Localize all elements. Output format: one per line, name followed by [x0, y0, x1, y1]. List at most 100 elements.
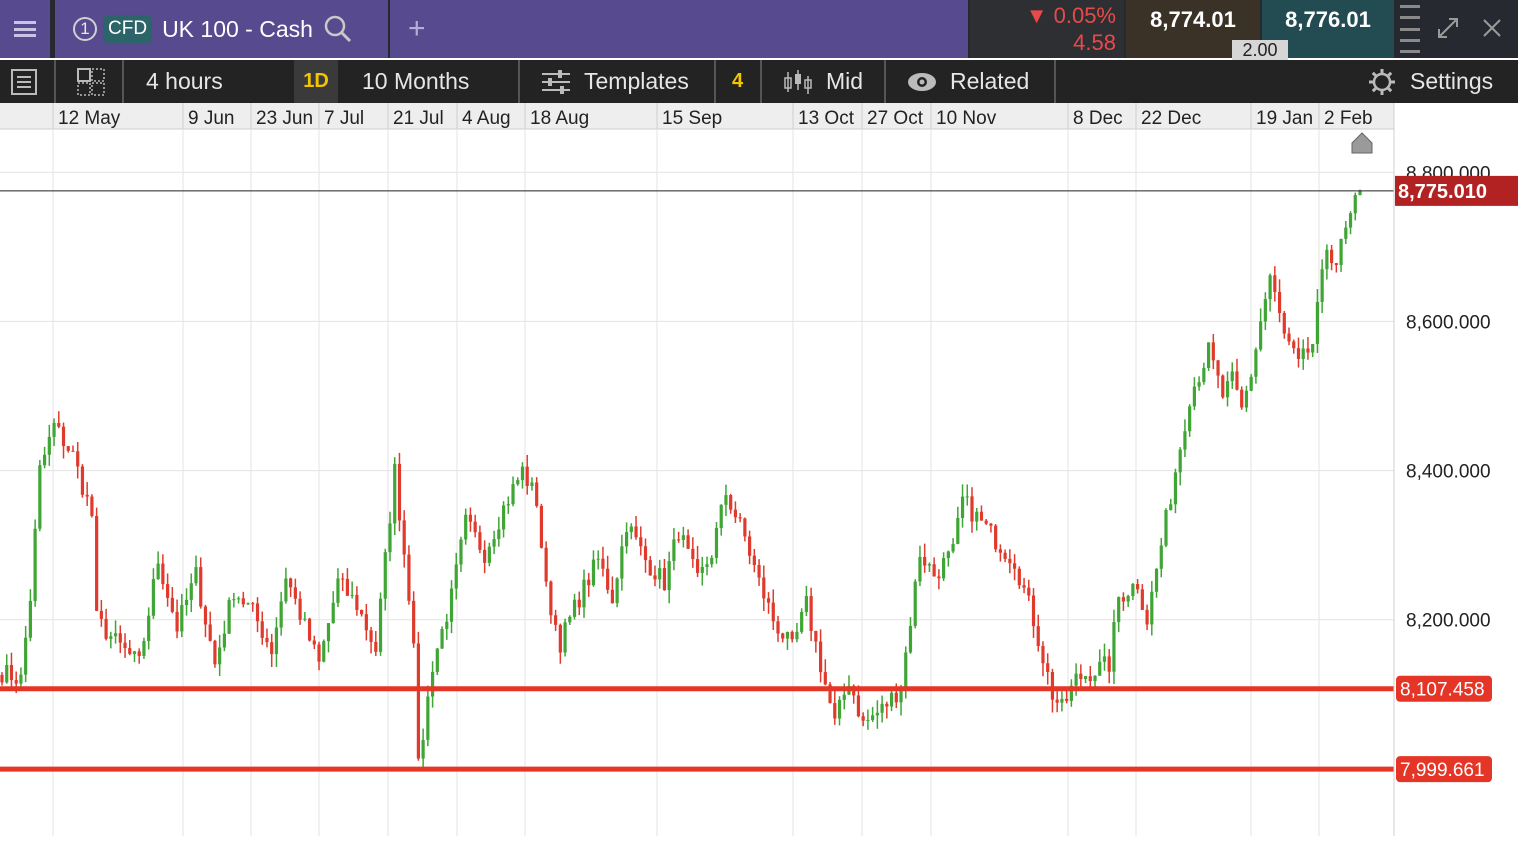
candle-body	[582, 579, 586, 608]
candle-body	[1012, 563, 1017, 569]
price-chart-svg[interactable]: 12 May 9 Jun 23 Jun 7 Jul 21 Jul 4 Aug 18 Aug 1…	[0, 103, 1518, 836]
candle-body	[66, 446, 70, 451]
toolbar-divider	[122, 60, 124, 103]
candle-body	[1211, 342, 1215, 361]
candle-body	[620, 546, 624, 579]
candle-body	[776, 621, 780, 634]
candle-body	[998, 549, 1002, 553]
layout-button[interactable]	[76, 60, 106, 103]
candle-body	[132, 651, 137, 654]
candle-body	[648, 560, 652, 576]
candle-body	[639, 537, 643, 547]
price-type-selector[interactable]: Mid	[782, 60, 863, 103]
interval-selector[interactable]: 4 hours	[146, 60, 223, 103]
drag-handle-icon[interactable]	[1400, 5, 1420, 53]
candle-body	[1273, 275, 1277, 292]
settings-button[interactable]: Settings	[1368, 60, 1493, 103]
candle-body	[345, 578, 350, 596]
candle-body	[1079, 673, 1083, 680]
price-chart[interactable]: 12 May 9 Jun 23 Jun 7 Jul 21 Jul 4 Aug 18 Aug 1…	[0, 103, 1518, 836]
add-tab-icon[interactable]: +	[408, 12, 426, 46]
date-tick-label: 7 Jul	[324, 108, 364, 129]
candle-body	[591, 559, 596, 586]
candle-body	[653, 575, 657, 580]
candle-body	[1249, 376, 1253, 391]
candle-body	[714, 527, 719, 558]
close-icon[interactable]	[1480, 16, 1504, 40]
candle-body	[1296, 348, 1301, 359]
candle-body	[572, 599, 577, 617]
search-icon[interactable]	[323, 14, 353, 44]
candle-body	[700, 566, 704, 573]
period-badge[interactable]: 1D	[294, 60, 338, 103]
candle-body	[1330, 249, 1334, 264]
expand-icon[interactable]	[1436, 16, 1460, 40]
candle-body	[814, 630, 818, 642]
candle-body	[322, 641, 326, 662]
candle-body	[1315, 301, 1320, 345]
eye-icon	[908, 72, 936, 91]
candle-body	[255, 603, 260, 622]
date-tick-label: 4 Aug	[462, 108, 511, 129]
candle-body	[307, 618, 312, 641]
candle-body	[293, 587, 297, 599]
candle-body	[1202, 367, 1206, 383]
candle-body	[738, 517, 742, 519]
candle-body	[601, 558, 605, 569]
candle-body	[270, 642, 274, 655]
candle-body	[1306, 348, 1310, 353]
list-icon	[11, 68, 37, 95]
related-button[interactable]: Related	[906, 60, 1029, 103]
candle-body	[984, 520, 988, 524]
tab-strip: +	[390, 0, 968, 58]
candle-body	[596, 558, 600, 560]
candle-body	[52, 422, 56, 437]
period-badge-label: 1D	[303, 70, 329, 92]
candle-body	[331, 602, 335, 624]
candle-body	[511, 484, 515, 505]
candle-body	[497, 529, 501, 540]
candle-body	[1031, 595, 1036, 627]
candle-body	[643, 546, 648, 561]
candle-body	[109, 636, 113, 639]
candle-body	[520, 466, 525, 481]
candle-body	[430, 671, 435, 697]
candle-body	[1003, 552, 1007, 559]
candle-body	[1055, 699, 1059, 703]
candle-body	[312, 640, 316, 645]
candle-body	[76, 451, 80, 467]
candle-body	[1221, 375, 1225, 398]
instrument-selector[interactable]: 1 CFD UK 100 - Cash	[55, 0, 388, 58]
candle-body	[913, 581, 917, 626]
candle-body	[175, 611, 179, 632]
main-menu-button[interactable]	[0, 0, 50, 58]
candle-body	[1230, 371, 1234, 382]
candle-body	[360, 610, 364, 615]
candle-body	[85, 494, 89, 497]
candle-body	[587, 579, 591, 586]
sliders-icon	[542, 69, 570, 94]
candle-body	[1036, 626, 1040, 647]
candle-body	[1008, 558, 1012, 564]
home-icon[interactable]	[1351, 132, 1373, 154]
candle-body	[137, 651, 141, 656]
candle-body	[568, 616, 572, 623]
candle-body	[615, 578, 619, 604]
templates-button[interactable]: Templates	[540, 60, 689, 103]
candle-body	[28, 600, 32, 638]
candle-body	[1088, 676, 1092, 682]
date-tick-label: 8 Dec	[1073, 108, 1123, 129]
candle-body	[785, 631, 790, 639]
candle-body	[166, 584, 170, 598]
candle-body	[743, 518, 747, 537]
candle-body	[1358, 190, 1362, 196]
chart-list-button[interactable]	[10, 60, 50, 103]
candle-body	[610, 589, 614, 604]
range-selector[interactable]: 10 Months	[362, 60, 469, 103]
candle-body	[274, 627, 279, 655]
candle-body	[1046, 663, 1050, 673]
candle-body	[487, 546, 491, 563]
candle-body	[629, 526, 633, 533]
level-price-label: 8,107.458	[1400, 680, 1485, 701]
candle-body	[885, 703, 889, 707]
